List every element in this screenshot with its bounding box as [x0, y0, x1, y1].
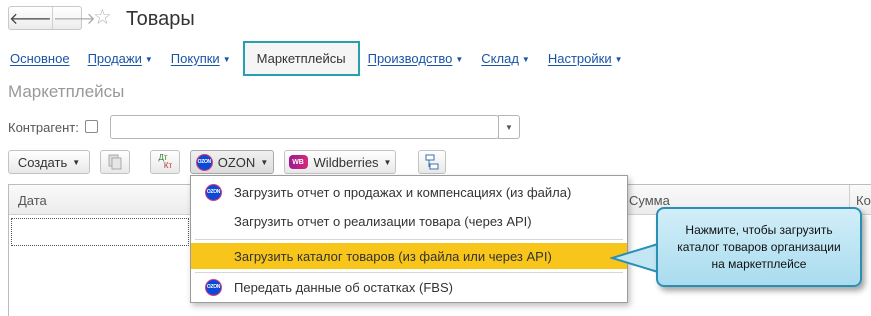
arrow-left-icon: 🡐 — [9, 10, 52, 28]
ozon-icon: OZON — [195, 153, 213, 171]
menu-item-load-catalog[interactable]: Загрузить каталог товаров (из файла или … — [191, 243, 627, 269]
ozon-dropdown-menu: OZON Загрузить отчет о продажах и компен… — [190, 175, 628, 303]
menu-item-send-stock-fbs[interactable]: OZON Передать данные об остатках (FBS) — [191, 274, 627, 300]
copy-button[interactable] — [100, 150, 130, 174]
tab-settings[interactable]: Настройки ▼ — [548, 51, 623, 66]
wildberries-button-label: Wildberries — [313, 154, 379, 170]
caret-down-icon: ▼ — [72, 157, 81, 167]
caret-down-icon: ▼ — [505, 122, 513, 132]
caret-down-icon: ▼ — [383, 157, 392, 167]
favorite-star-icon[interactable]: ☆ — [93, 6, 112, 30]
forward-button[interactable]: 🡒 — [51, 7, 96, 29]
ozon-icon: OZON — [205, 278, 222, 296]
menu-item-load-realization-report[interactable]: Загрузить отчет о реализации товара (чер… — [191, 208, 627, 234]
arrow-right-icon: 🡒 — [52, 10, 96, 28]
hierarchy-icon — [425, 154, 439, 170]
tab-production-label: Производство — [367, 50, 453, 66]
tab-marketplaces[interactable]: Маркетплейсы — [242, 40, 360, 76]
counterparty-label: Контрагент: — [8, 120, 79, 135]
tab-purchases[interactable]: Покупки ▼ — [171, 51, 231, 66]
wildberries-menu-button[interactable]: WB Wildberries ▼ — [284, 150, 396, 174]
caret-down-icon: ▼ — [521, 54, 530, 64]
tab-main-label: Основное — [10, 50, 70, 66]
counterparty-input[interactable] — [110, 115, 499, 139]
credit-label: Кт — [163, 161, 173, 170]
column-header-sum[interactable]: Сумма — [629, 193, 670, 208]
tab-purchases-label: Покупки — [170, 50, 220, 66]
menu-item-label: Загрузить отчет о продажах и компенсация… — [234, 184, 572, 200]
tab-marketplaces-label: Маркетплейсы — [256, 50, 346, 66]
ozon-icon: OZON — [205, 183, 222, 201]
menu-divider — [195, 239, 623, 240]
menu-item-label: Загрузить отчет о реализации товара (чер… — [234, 213, 532, 229]
tab-production[interactable]: Производство ▼ — [368, 51, 464, 66]
page-title: Товары — [126, 8, 195, 30]
hint-callout: Нажмите, чтобы загрузить каталог товаров… — [656, 207, 862, 287]
tab-settings-label: Настройки — [547, 50, 612, 66]
caret-down-icon: ▼ — [144, 54, 153, 64]
table-row-selected[interactable] — [11, 218, 189, 246]
tab-warehouse[interactable]: Склад ▼ — [481, 51, 530, 66]
tab-warehouse-label: Склад — [481, 50, 519, 66]
postings-button[interactable]: Дт Кт — [150, 150, 180, 174]
menu-item-load-sales-report[interactable]: OZON Загрузить отчет о продажах и компен… — [191, 179, 627, 205]
column-header-counterparty[interactable]: Ко — [856, 193, 871, 208]
ozon-menu-button[interactable]: OZON OZON ▼ — [190, 150, 274, 174]
counterparty-dropdown-button[interactable]: ▼ — [498, 115, 520, 139]
menu-item-label: Передать данные об остатках (FBS) — [234, 279, 453, 295]
menu-item-label: Загрузить каталог товаров (из файла или … — [234, 248, 552, 264]
ozon-button-label: OZON — [217, 154, 256, 170]
caret-down-icon: ▼ — [222, 54, 231, 64]
wildberries-icon: WB — [288, 155, 308, 169]
column-header-date[interactable]: Дата — [18, 193, 47, 208]
tab-main[interactable]: Основное — [10, 51, 70, 66]
caret-down-icon: ▼ — [614, 54, 623, 64]
tab-sales-label: Продажи — [87, 50, 142, 66]
caret-down-icon: ▼ — [455, 54, 464, 64]
counterparty-filter-checkbox[interactable] — [85, 120, 98, 133]
tab-sales[interactable]: Продажи ▼ — [88, 51, 153, 66]
copy-icon — [108, 154, 122, 170]
menu-divider — [195, 272, 623, 273]
create-button-label: Создать — [17, 154, 68, 170]
callout-pointer — [610, 243, 659, 273]
caret-down-icon: ▼ — [260, 157, 269, 167]
form-subtitle: Маркетплейсы — [8, 82, 125, 101]
structure-button[interactable] — [418, 150, 446, 174]
back-button[interactable]: 🡐 — [9, 7, 52, 29]
navigation-buttons: 🡐 🡒 — [8, 6, 96, 30]
section-tabs: Основное Продажи ▼ Покупки ▼ Маркетплейсы … — [10, 40, 641, 76]
create-button[interactable]: Создать ▼ — [8, 150, 90, 174]
